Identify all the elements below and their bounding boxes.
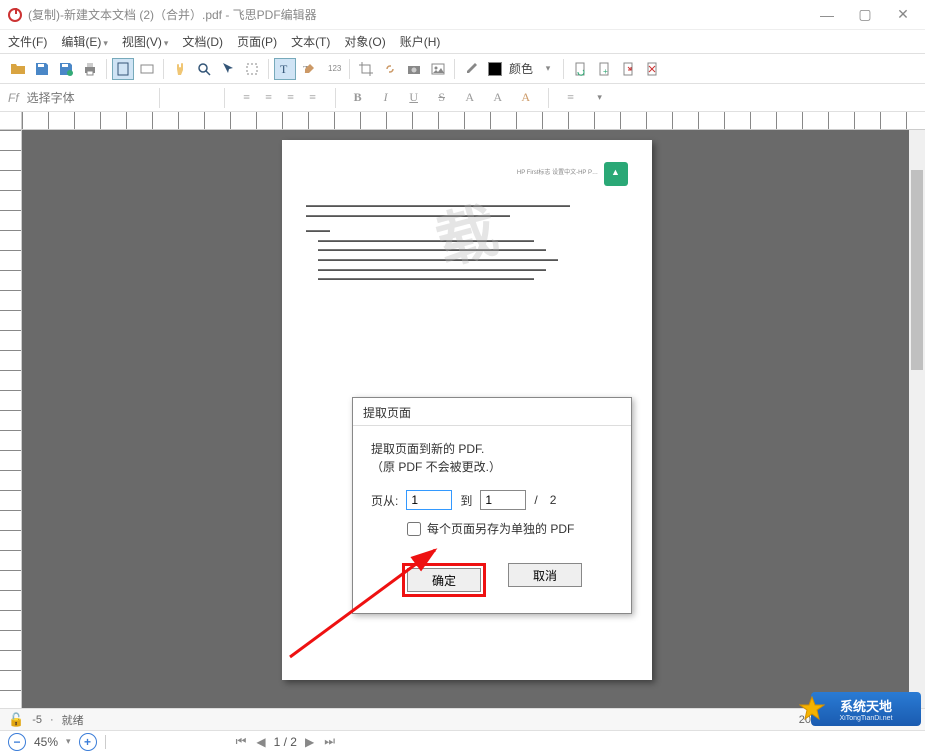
main-toolbar: T T 123 颜色 + xyxy=(0,54,925,84)
text-color-button[interactable]: A xyxy=(516,88,536,108)
font-prefix: Ff xyxy=(8,91,19,105)
subscript-button[interactable]: A xyxy=(488,88,508,108)
menu-page[interactable]: 页面(P) xyxy=(237,33,277,50)
workspace: HP First标志 设置中文-HP P… ▬▬▬▬▬▬▬▬▬▬▬▬▬▬▬▬▬▬… xyxy=(0,112,925,708)
doc-export-icon[interactable] xyxy=(617,58,639,80)
from-label: 页从: xyxy=(371,492,398,509)
hand-icon[interactable] xyxy=(169,58,191,80)
select-rect-icon[interactable] xyxy=(241,58,263,80)
italic-button[interactable]: I xyxy=(376,88,396,108)
picture-icon[interactable] xyxy=(427,58,449,80)
prev-page-button[interactable]: ◀ xyxy=(254,735,267,749)
print-icon[interactable] xyxy=(79,58,101,80)
status-bar-upper: 🔓 -5 · 就绪 20.99 x 29.7 cm 预览 xyxy=(0,708,925,730)
page-fit-icon[interactable] xyxy=(112,58,134,80)
vertical-ruler xyxy=(0,130,22,708)
save-as-icon[interactable] xyxy=(55,58,77,80)
crop-icon[interactable] xyxy=(355,58,377,80)
menubar: 文件(F) 编辑(E) 视图(V) 文档(D) 页面(P) 文本(T) 对象(O… xyxy=(0,30,925,54)
dialog-title: 提取页面 xyxy=(353,398,631,426)
line-spacing-icon[interactable]: ≡ xyxy=(561,88,581,108)
page-from-input[interactable] xyxy=(406,490,452,510)
align-right-icon[interactable]: ≡ xyxy=(281,88,301,108)
checkbox-label: 每个页面另存为单独的 PDF xyxy=(427,520,574,537)
text-spacing-icon[interactable]: 123 xyxy=(322,58,344,80)
dialog-desc-1: 提取页面到新的 PDF. xyxy=(371,440,613,458)
window-title: (复制)-新建文本文档 (2)（合并）.pdf - 飞思PDF编辑器 xyxy=(28,6,817,23)
cancel-button[interactable]: 取消 xyxy=(508,563,582,587)
zoom-in-button[interactable]: + xyxy=(79,733,97,751)
eyedropper-icon[interactable] xyxy=(460,58,482,80)
open-icon[interactable] xyxy=(7,58,29,80)
page-to-input[interactable] xyxy=(480,490,526,510)
brand-url: XiTongTianDi.net xyxy=(839,715,892,722)
menu-edit[interactable]: 编辑(E) xyxy=(61,33,108,50)
titlebar: (复制)-新建文本文档 (2)（合并）.pdf - 飞思PDF编辑器 — ▢ ✕ xyxy=(0,0,925,30)
extract-pages-dialog: 提取页面 提取页面到新的 PDF. （原 PDF 不会被更改.） 页从: 到 /… xyxy=(352,397,632,614)
format-toolbar: Ff ≡ ≡ ≡ ≡ B I U S A A A ≡ xyxy=(0,84,925,112)
next-page-button[interactable]: ▶ xyxy=(303,735,316,749)
minimize-button[interactable]: — xyxy=(817,5,837,25)
maximize-button[interactable]: ▢ xyxy=(855,5,875,25)
underline-button[interactable]: U xyxy=(404,88,424,108)
menu-text[interactable]: 文本(T) xyxy=(291,33,330,50)
doc-remove-icon[interactable] xyxy=(641,58,663,80)
ok-highlight-box: 确定 xyxy=(402,563,486,597)
separate-pdf-checkbox[interactable] xyxy=(407,522,421,536)
camera-icon[interactable] xyxy=(403,58,425,80)
menu-file[interactable]: 文件(F) xyxy=(8,33,47,50)
color-label: 颜色 xyxy=(509,60,533,77)
menu-view[interactable]: 视图(V) xyxy=(122,33,169,50)
align-justify-icon[interactable]: ≡ xyxy=(303,88,323,108)
to-label: 到 xyxy=(460,492,472,509)
text-tool-icon[interactable]: T xyxy=(274,58,296,80)
bold-button[interactable]: B xyxy=(348,88,368,108)
total-sep: / xyxy=(534,493,537,507)
strike-button[interactable]: S xyxy=(432,88,452,108)
total-pages: 2 xyxy=(550,493,557,507)
font-select[interactable] xyxy=(27,91,147,105)
ok-button[interactable]: 确定 xyxy=(407,568,481,592)
pdf-badge-icon xyxy=(604,162,628,186)
zoom-icon[interactable] xyxy=(193,58,215,80)
color-dropdown[interactable] xyxy=(536,58,558,80)
vertical-scrollbar[interactable] xyxy=(909,130,925,708)
close-button[interactable]: ✕ xyxy=(893,5,913,25)
dialog-desc-2: （原 PDF 不会被更改.） xyxy=(371,458,613,476)
last-page-button[interactable]: ⏭ xyxy=(322,734,337,749)
doc-refresh-icon[interactable] xyxy=(569,58,591,80)
svg-text:+: + xyxy=(603,67,608,76)
menu-object[interactable]: 对象(O) xyxy=(344,33,385,50)
lock-icon: 🔓 xyxy=(8,712,24,728)
brand-star-icon xyxy=(799,696,825,722)
pointer-icon[interactable] xyxy=(217,58,239,80)
page-width-icon[interactable] xyxy=(136,58,158,80)
line-spacing-dropdown[interactable] xyxy=(589,88,609,108)
doc-add-icon[interactable]: + xyxy=(593,58,615,80)
horizontal-ruler xyxy=(0,112,925,130)
align-left-icon[interactable]: ≡ xyxy=(237,88,257,108)
status-bar-lower: − 45% ▾ + ⏮ ◀ 1 / 2 ▶ ⏭ xyxy=(0,730,925,752)
page-indicator: 1 / 2 xyxy=(274,735,297,749)
menu-account[interactable]: 账户(H) xyxy=(400,33,441,50)
app-icon xyxy=(8,8,22,22)
fill-color-icon[interactable] xyxy=(484,58,506,80)
zoom-value: 45% xyxy=(34,735,58,749)
menu-document[interactable]: 文档(D) xyxy=(182,33,223,50)
svg-text:123: 123 xyxy=(328,64,341,73)
status-ready: 就绪 xyxy=(62,712,84,728)
ready-indicator: -5 xyxy=(32,714,42,726)
align-center-icon[interactable]: ≡ xyxy=(259,88,279,108)
superscript-button[interactable]: A xyxy=(460,88,480,108)
first-page-button[interactable]: ⏮ xyxy=(234,734,249,749)
zoom-out-button[interactable]: − xyxy=(8,733,26,751)
svg-text:T: T xyxy=(280,62,288,76)
save-icon[interactable] xyxy=(31,58,53,80)
page-header-text: HP First标志 设置中文-HP P… xyxy=(517,169,598,179)
brand-watermark: 系统天地 XiTongTianDi.net xyxy=(811,692,921,726)
text-edit-icon[interactable]: T xyxy=(298,58,320,80)
brand-name: 系统天地 xyxy=(840,696,892,715)
link-icon[interactable] xyxy=(379,58,401,80)
